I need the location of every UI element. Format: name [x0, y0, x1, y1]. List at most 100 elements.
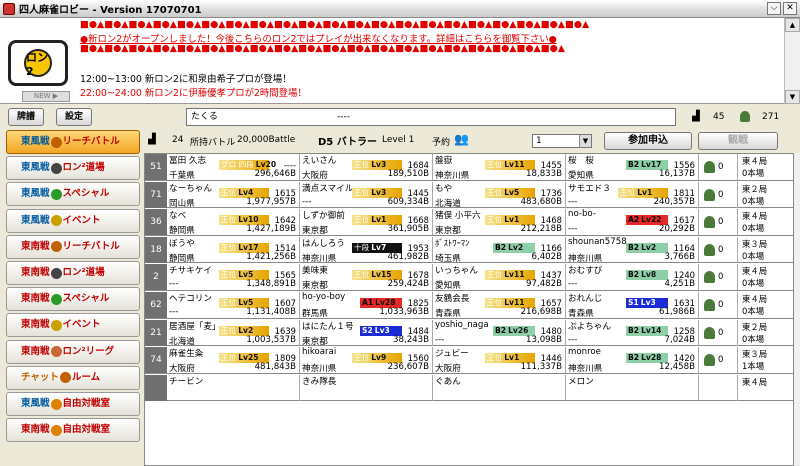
- player-cell[interactable]: いっちゃん 王位 Lv11 1437 愛知県 97,482B: [433, 264, 566, 291]
- player-cell[interactable]: ぼうや 王位 Lv17 1514 静岡県 1,421,256B: [167, 236, 300, 263]
- player-cell[interactable]: hikoarai 王位 Lv9 1560 神奈川県 236,607B: [300, 347, 433, 374]
- table-row[interactable]: 18 ぼうや 王位 Lv17 1514 静岡県 1,421,256B はんしろう 十段 Lv7 19…: [145, 236, 793, 264]
- player-cell[interactable]: なべ 王位 Lv10 1642 静岡県 1,427,189B: [167, 209, 300, 236]
- sidebar-item-7[interactable]: 東南戦 イベント: [6, 313, 140, 338]
- sidebar-item-3[interactable]: 東風戦 イベント: [6, 208, 140, 233]
- sidebar-item-sublabel: スペシャル: [62, 188, 110, 200]
- table-number: 2: [145, 264, 167, 291]
- player-cell[interactable]: おれんじ S1 Lv3 1631 青森県 61,986B: [566, 292, 699, 318]
- sidebar-item-label: 東南戦: [21, 319, 50, 331]
- chevron-down-icon[interactable]: ▼: [579, 135, 591, 147]
- sidebar-category-icon: [50, 267, 62, 279]
- player-cell[interactable]: yoshio_naga B2 Lv26 1480 --- 13,098B: [433, 319, 566, 346]
- table-count: 24: [172, 135, 184, 145]
- table-row[interactable]: チービン きみ隊長 ぐあん メロン 東４局: [145, 374, 793, 402]
- player-cell[interactable]: はんしろう 十段 Lv7 1953 神奈川県 461,982B: [300, 236, 433, 263]
- player-name: 居酒屋「麦」: [169, 321, 221, 332]
- player-cell[interactable]: 麻雀生粂 王位 Lv25 1809 大阪府 481,843B: [167, 347, 300, 374]
- new-button[interactable]: NEW ▶: [22, 91, 70, 102]
- player-cell[interactable]: monroe B2 Lv28 1420 神奈川県 12,458B: [566, 347, 699, 374]
- player-cell[interactable]: ジュビー 王位 Lv1 1446 大阪府 111,337B: [433, 347, 566, 374]
- chat-input[interactable]: たくる ----: [186, 108, 676, 126]
- watcher-cell: 0: [700, 319, 738, 346]
- round-label: 東４局: [742, 211, 768, 222]
- player-cell[interactable]: 盤嶽 王位 Lv11 1455 神奈川県 18,833B: [433, 154, 566, 180]
- player-cell[interactable]: えいさん 王位 Lv3 1684 大阪府 189,510B: [300, 154, 433, 180]
- sidebar-item-6[interactable]: 東南戦 スペシャル: [6, 287, 140, 312]
- table-row[interactable]: 74 麻雀生粂 王位 Lv25 1809 大阪府 481,843B hikoarai 王位 Lv9…: [145, 347, 793, 374]
- player-cell[interactable]: 桜 桜 B2 Lv17 1556 愛知県 16,137B: [566, 154, 699, 180]
- sidebar-item-sublabel: 自由対戦室: [62, 424, 111, 436]
- paifu-button[interactable]: 牌譜: [8, 108, 44, 126]
- player-cell[interactable]: ヘテコリン 王位 Lv5 1607 --- 1,131,408B: [167, 292, 300, 318]
- level-label: Lv5: [504, 187, 520, 197]
- player-name: monroe: [568, 347, 601, 358]
- player-cell[interactable]: チービン: [167, 374, 300, 401]
- app-icon: [3, 2, 15, 15]
- table-icon: ▟: [692, 111, 700, 122]
- sidebar-item-11[interactable]: 東南戦 自由対戦室: [6, 418, 140, 443]
- sidebar-item-10[interactable]: 東風戦 自由対戦室: [6, 392, 140, 416]
- table-row[interactable]: 62 ヘテコリン 王位 Lv5 1607 --- 1,131,408B ho-yo-boy A1…: [145, 292, 793, 319]
- table-row[interactable]: 51 冨田 久志 プロ 四段 Lv20 ---- 千葉県 296,646B えいさん 王位 Lv3…: [145, 154, 793, 181]
- sidebar-item-4[interactable]: 東南戦 リーチバトル: [6, 234, 140, 259]
- player-cell[interactable]: しずか御前 王位 Lv1 1668 東京都 361,905B: [300, 209, 433, 236]
- player-money: 296,646B: [254, 169, 296, 179]
- table-row[interactable]: 2 チサキケイ 王位 Lv5 1565 --- 1,348,891B 美味東 王位 Lv15 167…: [145, 264, 793, 291]
- table-row[interactable]: 36 なべ 王位 Lv10 1642 静岡県 1,427,189B しずか御前 王位 Lv1 166…: [145, 209, 793, 236]
- sidebar-item-sublabel: イベント: [62, 319, 101, 331]
- sidebar-item-2[interactable]: 東風戦 スペシャル: [6, 182, 140, 207]
- news-pattern-bottom: ■●▲■●▲■●▲■●▲■●▲■●▲■●▲■●▲■●▲■●▲■●▲■●▲■●▲■…: [80, 43, 565, 54]
- news-scrollbar[interactable]: ▲ ▼: [784, 18, 800, 104]
- sidebar-item-label: 東風戦: [21, 214, 50, 226]
- player-name: きみ隊長: [302, 376, 337, 387]
- player-cell[interactable]: ho-yo-boy A1 Lv28 1825 群馬県 1,033,963B: [300, 292, 433, 318]
- watch-button[interactable]: 観戦: [698, 132, 778, 150]
- sidebar-item-0[interactable]: 東風戦 リーチバトル: [6, 130, 140, 154]
- player-cell[interactable]: きみ隊長: [300, 374, 433, 401]
- player-cell[interactable]: チサキケイ 王位 Lv5 1565 --- 1,348,891B: [167, 264, 300, 291]
- settings-button[interactable]: 設定: [56, 108, 92, 126]
- sidebar-item-8[interactable]: 東南戦 ロン²リーグ: [6, 339, 140, 364]
- reserve-group-icon[interactable]: 👥: [454, 132, 474, 146]
- player-cell[interactable]: no-bo- A2 Lv22 1617 --- 20,292B: [566, 209, 699, 236]
- player-cell[interactable]: なーちゃん 王位 Lv4 1615 岡山県 1,977,957B: [167, 181, 300, 208]
- player-cell[interactable]: ぐあん: [433, 374, 566, 401]
- player-cell[interactable]: 友鶴会長 王位 Lv11 1657 青森県 216,698B: [433, 292, 566, 318]
- player-name: no-bo-: [568, 209, 596, 220]
- player-cell[interactable]: ﾎﾞｽﾄﾜｰﾏﾝ B2 Lv2 1166 埼玉県 6,402B: [433, 236, 566, 263]
- table-scrollbar[interactable]: [794, 153, 800, 466]
- player-cell[interactable]: メロン: [566, 374, 699, 401]
- player-cell[interactable]: おむすび B2 Lv8 1240 --- 4,251B: [566, 264, 699, 291]
- player-cell[interactable]: ぷよちゃん B2 Lv14 1258 --- 7,024B: [566, 319, 699, 346]
- player-cell[interactable]: 美味東 王位 Lv15 1678 東京都 259,424B: [300, 264, 433, 291]
- player-cell[interactable]: 猪俣 小平六 王位 Lv1 1468 東京都 212,218B: [433, 209, 566, 236]
- rank-label: 王位: [221, 270, 237, 280]
- scroll-down-icon[interactable]: ▼: [785, 90, 800, 104]
- player-cell[interactable]: 冨田 久志 プロ 四段 Lv20 ---- 千葉県 296,646B: [167, 154, 300, 180]
- count-select[interactable]: 1 ▼: [532, 134, 592, 148]
- table-number: 62: [145, 292, 167, 318]
- player-prefecture: ---: [302, 196, 312, 207]
- player-cell[interactable]: 満点スマイル 王位 Lv3 1445 --- 609,334B: [300, 181, 433, 208]
- sidebar-item-5[interactable]: 東南戦 ロン²道場: [6, 261, 140, 285]
- apply-button[interactable]: 参加申込: [604, 132, 692, 150]
- close-button[interactable]: ✕: [783, 2, 797, 15]
- player-cell[interactable]: サモエド３ 王位 Lv1 1811 --- 240,357B: [566, 181, 699, 208]
- player-name: はんしろう: [302, 238, 345, 249]
- level-label: Lv20: [255, 160, 277, 169]
- minimize-button[interactable]: ⌵: [767, 2, 781, 15]
- player-money: 16,137B: [659, 169, 695, 179]
- player-name: shounan5758: [568, 236, 627, 247]
- rank-badge: B2 Lv8: [626, 270, 668, 281]
- sidebar-item-9[interactable]: チャット ルーム: [6, 365, 140, 390]
- player-prefecture: 北海道: [435, 198, 461, 208]
- player-cell[interactable]: はにたん１号 S2 Lv3 1484 東京都 38,243B: [300, 319, 433, 346]
- scroll-up-icon[interactable]: ▲: [785, 18, 800, 32]
- table-row[interactable]: 71 なーちゃん 王位 Lv4 1615 岡山県 1,977,957B 満点スマイル 王位 Lv3…: [145, 181, 793, 209]
- player-cell[interactable]: もや 王位 Lv5 1736 北海道 483,680B: [433, 181, 566, 208]
- player-cell[interactable]: 居酒屋「麦」 王位 Lv2 1639 北海道 1,003,537B: [167, 319, 300, 346]
- sidebar-item-1[interactable]: 東風戦 ロン²道場: [6, 156, 140, 181]
- player-cell[interactable]: shounan5758 B2 Lv2 1164 神奈川県 3,766B: [566, 236, 699, 263]
- table-row[interactable]: 21 居酒屋「麦」 王位 Lv2 1639 北海道 1,003,537B はにたん１号 S2 Lv…: [145, 319, 793, 347]
